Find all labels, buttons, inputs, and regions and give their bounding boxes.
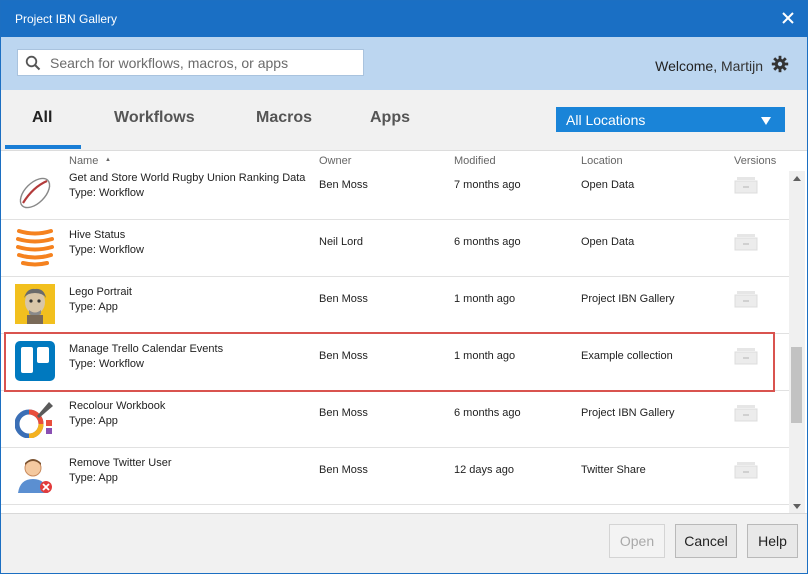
- versions-icon[interactable]: [734, 461, 758, 482]
- search-icon: [25, 55, 41, 76]
- versions-icon[interactable]: [734, 404, 758, 425]
- item-type: Type: App: [69, 472, 118, 484]
- location-dropdown-value: All Locations: [566, 112, 646, 128]
- item-owner: Ben Moss: [319, 407, 368, 419]
- item-name: Hive Status: [69, 229, 126, 241]
- item-owner: Ben Moss: [319, 464, 368, 476]
- close-icon[interactable]: [777, 7, 799, 29]
- search-box[interactable]: [17, 49, 364, 76]
- welcome-text: Welcome, Martijn: [655, 58, 763, 74]
- user-name: Martijn: [720, 58, 763, 74]
- column-header-location[interactable]: Location: [581, 155, 623, 167]
- column-header-modified[interactable]: Modified: [454, 155, 496, 167]
- help-button[interactable]: Help: [747, 524, 798, 558]
- gear-icon[interactable]: [771, 55, 789, 78]
- list-item[interactable]: Recolour Workbook Type: App Ben Moss 6 m…: [1, 391, 789, 448]
- list-item[interactable]: Hive Status Type: Workflow Neil Lord 6 m…: [1, 220, 789, 277]
- tab-all[interactable]: All: [32, 109, 52, 127]
- list-scrollbar[interactable]: [789, 171, 805, 513]
- active-tab-indicator: [5, 145, 81, 149]
- item-modified: 6 months ago: [454, 236, 521, 248]
- welcome-label: Welcome,: [655, 58, 718, 74]
- column-header-owner[interactable]: Owner: [319, 155, 351, 167]
- remove-user-icon: [15, 455, 55, 495]
- list-item[interactable]: Lego Portrait Type: App Ben Moss 1 month…: [1, 277, 789, 334]
- item-location: Open Data: [581, 236, 635, 248]
- item-modified: 12 days ago: [454, 464, 514, 476]
- column-header-versions[interactable]: Versions: [734, 155, 776, 167]
- search-band: Welcome, Martijn: [1, 37, 807, 90]
- color-picker-icon: [14, 398, 55, 439]
- location-dropdown[interactable]: All Locations: [556, 107, 785, 132]
- scroll-down-icon[interactable]: [789, 499, 805, 513]
- scroll-up-icon[interactable]: [789, 171, 805, 185]
- item-type: Type: Workflow: [69, 187, 144, 199]
- hive-icon: [15, 227, 55, 267]
- item-type: Type: Workflow: [69, 244, 144, 256]
- sort-ascending-icon: ▲: [105, 157, 111, 163]
- item-owner: Neil Lord: [319, 236, 364, 248]
- item-modified: 1 month ago: [454, 293, 516, 305]
- item-owner: Ben Moss: [319, 179, 368, 191]
- item-modified: 6 months ago: [454, 407, 521, 419]
- tab-workflows[interactable]: Workflows: [114, 109, 195, 127]
- column-header-name[interactable]: Name: [69, 155, 98, 167]
- title-bar: Project IBN Gallery: [1, 1, 807, 37]
- item-location: Project IBN Gallery: [581, 407, 675, 419]
- versions-icon[interactable]: [734, 290, 758, 311]
- rugby-ball-icon: [15, 173, 55, 213]
- item-location: Open Data: [581, 179, 635, 191]
- search-input[interactable]: [48, 52, 358, 73]
- item-type: Type: App: [69, 415, 118, 427]
- cancel-button[interactable]: Cancel: [675, 524, 737, 558]
- item-name: Recolour Workbook: [69, 400, 166, 412]
- tab-macros[interactable]: Macros: [256, 109, 312, 127]
- item-name: Get and Store World Rugby Union Ranking …: [69, 172, 306, 184]
- versions-icon[interactable]: [734, 233, 758, 254]
- item-name: Remove Twitter User: [69, 457, 172, 469]
- tab-apps[interactable]: Apps: [370, 109, 410, 127]
- item-location: Twitter Share: [581, 464, 646, 476]
- list-item[interactable]: Remove Twitter User Type: App Ben Moss 1…: [1, 448, 789, 505]
- column-header-row: Name ▲ Owner Modified Location Versions: [1, 150, 807, 171]
- selection-highlight-box: [4, 332, 775, 392]
- scrollbar-thumb[interactable]: [791, 347, 802, 423]
- item-owner: Ben Moss: [319, 293, 368, 305]
- open-button[interactable]: Open: [609, 524, 665, 558]
- item-modified: 7 months ago: [454, 179, 521, 191]
- list-item[interactable]: Get and Store World Rugby Union Ranking …: [1, 171, 789, 220]
- versions-icon[interactable]: [734, 176, 758, 197]
- item-location: Project IBN Gallery: [581, 293, 675, 305]
- portrait-icon: [15, 284, 55, 324]
- item-name: Lego Portrait: [69, 286, 132, 298]
- dropdown-arrow-icon: [761, 113, 771, 129]
- gallery-dialog: Project IBN Gallery Welcome, Martijn: [0, 0, 808, 574]
- item-type: Type: App: [69, 301, 118, 313]
- window-title: Project IBN Gallery: [15, 12, 118, 26]
- tab-bar: All Workflows Macros Apps All Locations: [1, 90, 807, 150]
- dialog-footer: Open Cancel Help: [1, 513, 807, 573]
